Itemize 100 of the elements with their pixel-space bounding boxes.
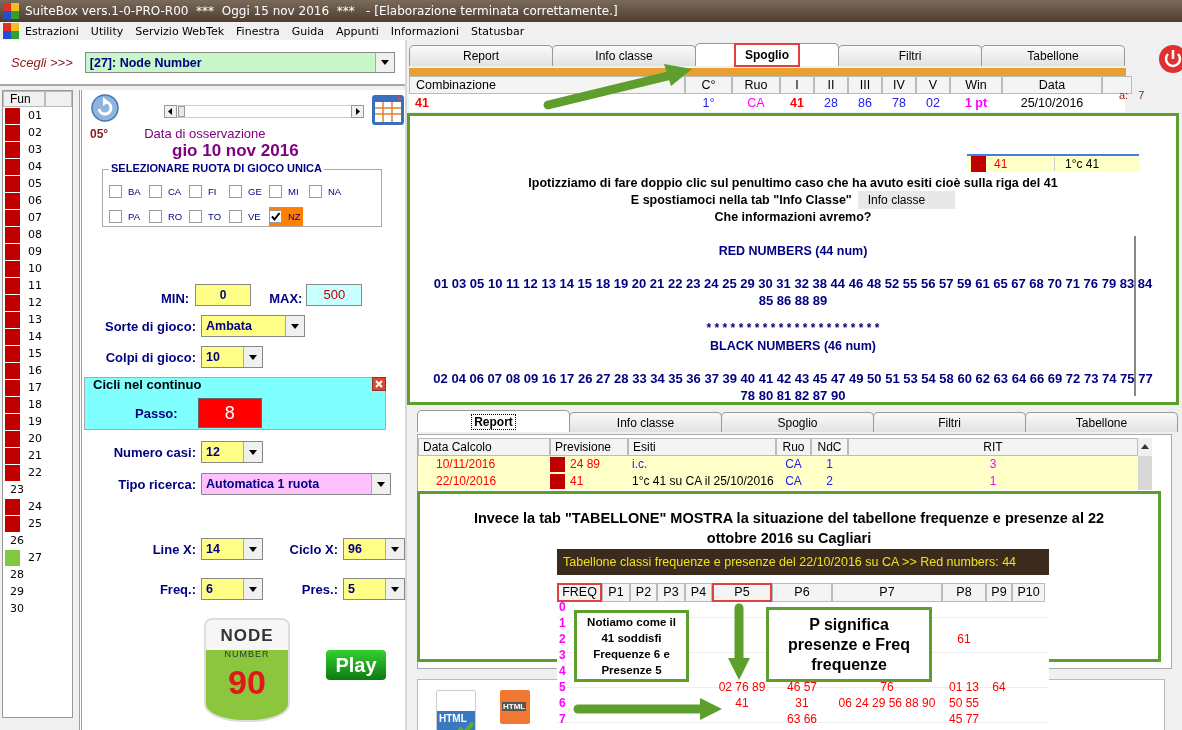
field-label: Ciclo X: xyxy=(288,541,338,557)
list-item[interactable]: 08 xyxy=(28,228,42,241)
list-item[interactable]: 03 xyxy=(28,143,42,156)
wheel-checkbox[interactable]: FI xyxy=(189,182,223,201)
dropdown[interactable]: Automatica 1 ruota xyxy=(201,473,391,495)
dropdown[interactable]: 10 xyxy=(201,346,263,368)
html-file-icon[interactable]: HTML xyxy=(500,690,530,724)
list-item[interactable]: 30 xyxy=(10,602,24,615)
wheel-checkbox[interactable]: VE xyxy=(229,207,263,226)
wheel-checkbox[interactable]: MI xyxy=(269,182,303,201)
menu-item[interactable]: Estrazioni xyxy=(19,24,85,38)
list-item[interactable]: 11 xyxy=(28,279,42,292)
number-list: 02 04 06 07 08 09 16 17 26 27 28 33 34 35 36 37 39 40 41 42 43 45 47 49 50 51 53 54 58 60 62 63 64 66 69 72 73 74 75 77 78 80 81 82 87 90 xyxy=(428,370,1158,404)
list-item[interactable]: 25 xyxy=(28,517,42,530)
dropdown[interactable]: 5 xyxy=(343,578,405,600)
table-cell-text: 06 24 29 56 88 90 xyxy=(837,695,937,711)
field-label: Sorte di gioco: xyxy=(104,318,196,334)
list-item[interactable]: 04 xyxy=(28,160,42,173)
list-item[interactable]: 23 xyxy=(10,483,24,496)
tab[interactable]: Report xyxy=(417,410,570,432)
list-item[interactable]: 18 xyxy=(28,398,42,411)
list-item[interactable]: 05 xyxy=(28,177,42,190)
field-label: MIN: xyxy=(161,291,190,306)
dropdown[interactable]: 14 xyxy=(201,538,263,560)
list-item[interactable]: 07 xyxy=(28,211,42,224)
table-cell-text: 02 76 89 xyxy=(717,679,767,695)
note-text: P significa presenze e Freq frequenze xyxy=(787,614,911,675)
dropdown[interactable]: 96 xyxy=(343,538,405,560)
menu-item[interactable]: Utility xyxy=(84,24,130,38)
list-item[interactable]: 29 xyxy=(10,585,24,598)
wheel-checkbox[interactable]: NZ xyxy=(269,207,303,226)
table-cell-text: 02 xyxy=(925,95,941,112)
max-field[interactable]: 500 xyxy=(306,283,363,306)
column-header: P9 xyxy=(986,583,1012,602)
wheel-checkbox[interactable]: CA xyxy=(149,182,183,201)
table-cell-text: 01 13 xyxy=(948,679,980,695)
dropdown[interactable]: [27]: Node Number xyxy=(84,51,395,73)
wheel-checkbox[interactable]: NA xyxy=(309,182,343,201)
logo: NODE NUMBER 90 xyxy=(204,618,290,722)
list-item[interactable]: 12 xyxy=(28,296,42,309)
wheel-checkbox[interactable]: BA xyxy=(109,182,143,201)
menu-item[interactable]: Statusbar xyxy=(465,24,531,38)
list-item[interactable]: 17 xyxy=(28,381,42,394)
list-item[interactable]: 15 xyxy=(28,347,42,360)
list-item[interactable]: 26 xyxy=(10,534,24,547)
tab[interactable]: Report xyxy=(409,45,553,66)
column-header: Fun xyxy=(3,91,45,107)
list-item[interactable]: 19 xyxy=(28,415,42,428)
column-header: V xyxy=(916,76,950,94)
column-header: P8 xyxy=(942,583,986,602)
list-item[interactable]: 21 xyxy=(28,449,42,462)
tab[interactable]: Filtri xyxy=(838,45,982,66)
tab[interactable]: Info classe xyxy=(552,45,696,66)
dropdown[interactable]: Ambata xyxy=(201,315,305,337)
table-cell: 1 xyxy=(848,473,1138,490)
wheel-checkbox[interactable]: GE xyxy=(229,182,263,201)
menu-item[interactable]: Appunti xyxy=(330,24,385,38)
list-item[interactable]: 06 xyxy=(28,194,42,207)
list-item[interactable]: 24 xyxy=(28,500,42,513)
table-cell-text: 86 xyxy=(857,95,873,112)
table-cell-text: 61 xyxy=(956,631,972,647)
tab[interactable]: Filtri xyxy=(873,412,1026,432)
table-cell-text: 76 xyxy=(879,679,895,695)
list-item[interactable]: 27 xyxy=(28,551,42,564)
list-item[interactable]: 22 xyxy=(28,466,42,479)
column-header: P2 xyxy=(630,583,657,602)
wheel-checkbox[interactable]: RO xyxy=(149,207,183,226)
list-item[interactable]: 02 xyxy=(28,126,42,139)
list-item[interactable]: 14 xyxy=(28,330,42,343)
table-cell-text: 31 xyxy=(794,695,810,711)
list-item[interactable]: 20 xyxy=(28,432,42,445)
min-field[interactable]: 0 xyxy=(195,283,252,306)
dropdown[interactable]: 6 xyxy=(201,578,263,600)
wheel-checkbox[interactable]: TO xyxy=(189,207,223,226)
list-item[interactable]: 28 xyxy=(10,568,24,581)
table-cell-text: 46 57 xyxy=(786,679,818,695)
column-header: C° xyxy=(685,76,732,94)
dropdown[interactable]: 12 xyxy=(201,441,263,463)
menu-item[interactable]: Finestra xyxy=(230,24,286,38)
tab[interactable]: Tabellone xyxy=(1025,412,1178,432)
field-label: Colpi di gioco: xyxy=(104,349,196,365)
menu-item[interactable]: Guida xyxy=(285,24,330,38)
menu-item[interactable]: Servizio WebTek xyxy=(129,24,231,38)
list-item[interactable]: 16 xyxy=(28,364,42,377)
tab[interactable]: Spoglio xyxy=(695,43,839,66)
html-check-icon[interactable]: HTML xyxy=(436,690,476,730)
table-cell-text: 41 xyxy=(414,95,430,112)
tab[interactable]: Tabellone xyxy=(981,45,1125,66)
side-label: a: xyxy=(1119,89,1129,101)
list-item[interactable]: 13 xyxy=(28,313,42,326)
list-item[interactable]: 09 xyxy=(28,245,42,258)
list-item[interactable]: 10 xyxy=(28,262,42,275)
tab[interactable]: Info classe xyxy=(569,412,722,432)
table-cell-text: 45 77 xyxy=(948,711,980,727)
step-field[interactable]: 8 xyxy=(197,398,262,428)
menu-item[interactable]: Informazioni xyxy=(384,24,466,38)
wheel-checkbox[interactable]: PA xyxy=(109,207,143,226)
list-item[interactable]: 01 xyxy=(28,109,42,122)
field-label: Passo: xyxy=(135,405,178,421)
tab[interactable]: Spoglio xyxy=(721,412,874,432)
